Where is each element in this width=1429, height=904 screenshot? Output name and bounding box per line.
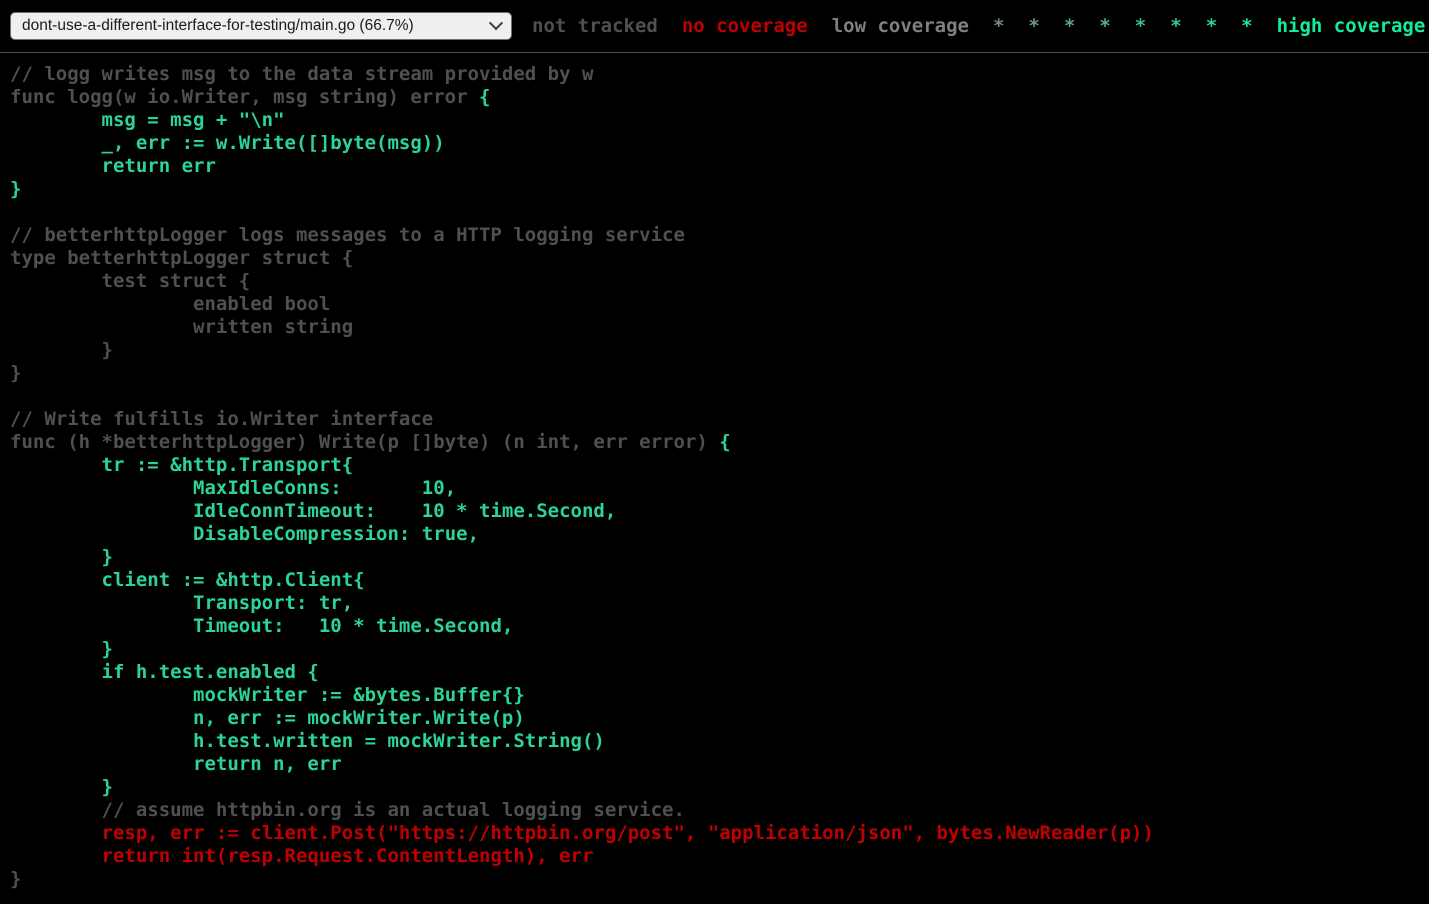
code-line: h.test.written = mockWriter.String() <box>10 730 1429 753</box>
code-line: DisableCompression: true, <box>10 523 1429 546</box>
code-line: IdleConnTimeout: 10 * time.Second, <box>10 500 1429 523</box>
code-segment: type betterhttpLogger struct { <box>10 247 353 269</box>
legend-item: * <box>1135 15 1146 37</box>
chevron-down-icon <box>489 16 503 30</box>
code-segment: { <box>719 431 730 453</box>
code-segment: test struct { <box>10 270 250 292</box>
code-segment: return err <box>10 155 216 177</box>
code-segment: // assume httpbin.org is an actual loggi… <box>10 799 685 821</box>
code-segment: Timeout: 10 * time.Second, <box>10 615 513 637</box>
legend-item: high coverage <box>1277 15 1426 37</box>
code-line: } <box>10 776 1429 799</box>
code-segment: MaxIdleConns: 10, <box>10 477 456 499</box>
code-segment: n, err := mockWriter.Write(p) <box>10 707 525 729</box>
code-segment: } <box>10 868 21 890</box>
topbar: dont-use-a-different-interface-for-testi… <box>0 0 1429 53</box>
code-line <box>10 201 1429 224</box>
code-segment: // logg writes msg to the data stream pr… <box>10 63 593 85</box>
code-segment: } <box>10 178 21 200</box>
code-line: // Write fulfills io.Writer interface <box>10 408 1429 431</box>
code-segment: } <box>10 776 113 798</box>
code-segment: mockWriter := &bytes.Buffer{} <box>10 684 525 706</box>
code-line: tr := &http.Transport{ <box>10 454 1429 477</box>
legend-item: * <box>1241 15 1252 37</box>
code-line: // logg writes msg to the data stream pr… <box>10 63 1429 86</box>
code-segment: IdleConnTimeout: 10 * time.Second, <box>10 500 616 522</box>
code-segment: client := &http.Client{ <box>10 569 365 591</box>
code-line: test struct { <box>10 270 1429 293</box>
code-segment: return n, err <box>10 753 342 775</box>
content: // logg writes msg to the data stream pr… <box>0 53 1429 904</box>
code-line: } <box>10 546 1429 569</box>
file-selector[interactable]: dont-use-a-different-interface-for-testi… <box>10 12 512 40</box>
code-segment: tr := &http.Transport{ <box>10 454 353 476</box>
code-segment: func (h *betterhttpLogger) Write(p []byt… <box>10 431 719 453</box>
code-line: enabled bool <box>10 293 1429 316</box>
code-line: } <box>10 339 1429 362</box>
code-line: _, err := w.Write([]byte(msg)) <box>10 132 1429 155</box>
code-line: } <box>10 868 1429 891</box>
file-selector-value: dont-use-a-different-interface-for-testi… <box>22 17 414 35</box>
code-line: n, err := mockWriter.Write(p) <box>10 707 1429 730</box>
code-segment: func logg(w io.Writer, msg string) error <box>10 86 479 108</box>
code-line: written string <box>10 316 1429 339</box>
code-segment: written string <box>10 316 353 338</box>
code-segment: // betterhttpLogger logs messages to a H… <box>10 224 685 246</box>
code-line: // betterhttpLogger logs messages to a H… <box>10 224 1429 247</box>
code-segment: { <box>479 86 490 108</box>
code-line: func (h *betterhttpLogger) Write(p []byt… <box>10 431 1429 454</box>
legend-item: no coverage <box>682 15 808 37</box>
code-segment: enabled bool <box>10 293 330 315</box>
code-line: msg = msg + "\n" <box>10 109 1429 132</box>
code-line: resp, err := client.Post("https://httpbi… <box>10 822 1429 845</box>
code-segment: _, err := w.Write([]byte(msg)) <box>10 132 445 154</box>
legend-item: not tracked <box>532 15 658 37</box>
code-segment: resp, err := client.Post("https://httpbi… <box>10 822 1154 844</box>
code-line: } <box>10 362 1429 385</box>
code-line: Transport: tr, <box>10 592 1429 615</box>
legend-item: * <box>1064 15 1075 37</box>
code-segment: msg = msg + "\n" <box>10 109 285 131</box>
code-segment: // Write fulfills io.Writer interface <box>10 408 433 430</box>
code-line: func logg(w io.Writer, msg string) error… <box>10 86 1429 109</box>
code-line: mockWriter := &bytes.Buffer{} <box>10 684 1429 707</box>
code-line: return err <box>10 155 1429 178</box>
code-segment: Transport: tr, <box>10 592 353 614</box>
code-segment: return int(resp.Request.ContentLength), … <box>10 845 593 867</box>
code-segment: } <box>10 339 113 361</box>
legend-item: * <box>1099 15 1110 37</box>
code-line: } <box>10 638 1429 661</box>
legend-item: * <box>1170 15 1181 37</box>
code-line: MaxIdleConns: 10, <box>10 477 1429 500</box>
legend-item: * <box>1206 15 1217 37</box>
code-segment: } <box>10 638 113 660</box>
code-line <box>10 385 1429 408</box>
code-segment: } <box>10 362 21 384</box>
code-segment: } <box>10 546 113 568</box>
legend-item: * <box>1028 15 1039 37</box>
code-line: return int(resp.Request.ContentLength), … <box>10 845 1429 868</box>
legend-item: * <box>993 15 1004 37</box>
code-line: Timeout: 10 * time.Second, <box>10 615 1429 638</box>
code-line: if h.test.enabled { <box>10 661 1429 684</box>
code-line: return n, err <box>10 753 1429 776</box>
code-segment: if h.test.enabled { <box>10 661 319 683</box>
code-segment: DisableCompression: true, <box>10 523 479 545</box>
coverage-legend: not tracked no coverage low coverage * * * * * *… <box>520 15 1429 37</box>
code-line: // assume httpbin.org is an actual loggi… <box>10 799 1429 822</box>
legend-item: low coverage <box>832 15 969 37</box>
code-line: type betterhttpLogger struct { <box>10 247 1429 270</box>
code-line: } <box>10 178 1429 201</box>
code-segment: h.test.written = mockWriter.String() <box>10 730 605 752</box>
code-line: client := &http.Client{ <box>10 569 1429 592</box>
code-file: // logg writes msg to the data stream pr… <box>0 53 1429 904</box>
